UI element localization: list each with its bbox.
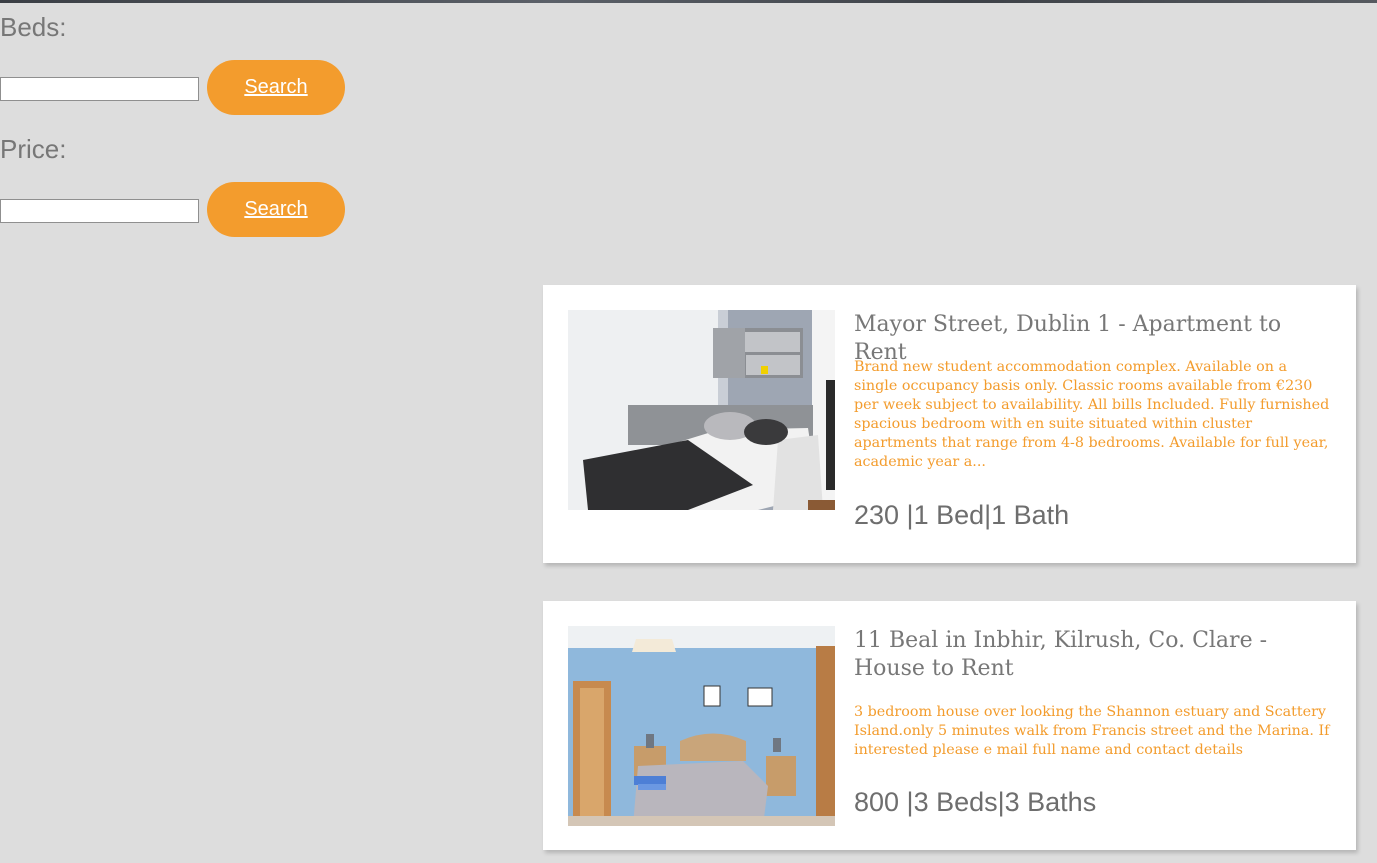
beds-input[interactable]: [0, 77, 199, 101]
listing-photo[interactable]: [568, 626, 835, 826]
listing-title[interactable]: 11 Beal in Inbhir, Kilrush, Co. Clare - …: [854, 627, 1334, 683]
listing-photo[interactable]: [568, 310, 835, 510]
listing-meta: 800 |3 Beds|3 Baths: [854, 787, 1097, 817]
price-label: Price:: [0, 134, 67, 164]
price-search-button[interactable]: Search: [207, 182, 345, 237]
top-banner-edge: [0, 0, 1377, 3]
beds-label: Beds:: [0, 12, 67, 42]
listing-description: Brand new student accommodation complex.…: [854, 359, 1330, 470]
beds-search-button[interactable]: Search: [207, 60, 345, 115]
listing-description: 3 bedroom house over looking the Shannon…: [854, 704, 1330, 758]
listing-meta: 230 |1 Bed|1 Bath: [854, 500, 1070, 530]
price-input[interactable]: [0, 199, 199, 223]
listing-card[interactable]: 11 Beal in Inbhir, Kilrush, Co. Clare - …: [543, 601, 1356, 850]
listing-card[interactable]: Mayor Street, Dublin 1 - Apartment to Re…: [543, 285, 1356, 563]
